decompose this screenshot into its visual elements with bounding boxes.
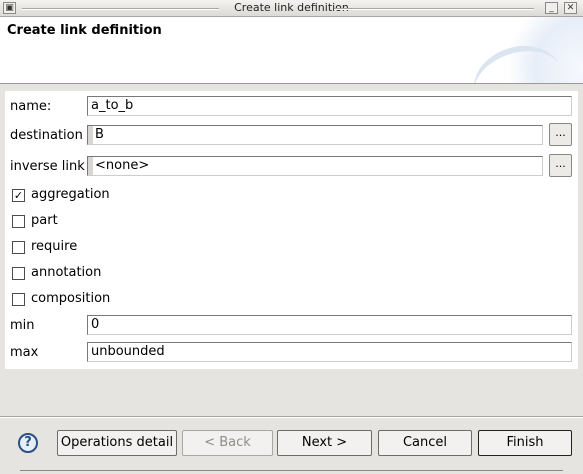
finish-button[interactable]: Finish [478, 430, 572, 456]
minimize-icon[interactable]: _ [545, 2, 558, 14]
footer-separator [0, 416, 583, 418]
require-checkbox[interactable] [12, 241, 25, 254]
aggregation-label: aggregation [31, 187, 110, 202]
title-bar[interactable]: ▣ Create link definition _ ✕ [0, 0, 583, 17]
name-label: name: [10, 99, 52, 114]
part-checkbox[interactable] [12, 215, 25, 228]
annotation-checkbox[interactable] [12, 267, 25, 280]
inverse-link-label: inverse link [10, 159, 85, 174]
require-label: require [31, 239, 78, 254]
part-label: part [31, 213, 58, 228]
next-button[interactable]: Next > [277, 430, 372, 456]
destination-input[interactable]: B [87, 125, 543, 145]
help-icon[interactable]: ? [18, 433, 38, 453]
annotation-label: annotation [31, 265, 102, 280]
name-input[interactable]: a_to_b [87, 96, 572, 116]
page-heading: Create link definition [7, 23, 162, 38]
composition-checkbox[interactable] [12, 293, 25, 306]
inverse-link-browse-button[interactable]: ... [549, 154, 572, 177]
title-bar-rule [334, 8, 534, 10]
destination-browse-button[interactable]: ... [549, 123, 572, 146]
aggregation-checkbox[interactable]: ✓ [12, 189, 25, 202]
inverse-link-input[interactable]: <none> [87, 156, 543, 176]
min-input[interactable]: 0 [87, 315, 572, 335]
composition-label: composition [31, 291, 111, 306]
back-button[interactable]: < Back [182, 430, 273, 456]
destination-label: destination [10, 128, 83, 143]
max-input[interactable]: unbounded [87, 342, 572, 362]
cancel-button[interactable]: Cancel [378, 430, 472, 456]
operations-detail-button[interactable]: Operations detail [57, 430, 177, 456]
close-icon[interactable]: ✕ [564, 2, 577, 14]
wizard-banner: Create link definition [0, 17, 583, 84]
window-bottom-edge [20, 470, 563, 471]
form-panel: name: a_to_b destination B ... inverse l… [5, 91, 578, 369]
min-label: min [10, 318, 35, 333]
max-label: max [10, 345, 39, 360]
